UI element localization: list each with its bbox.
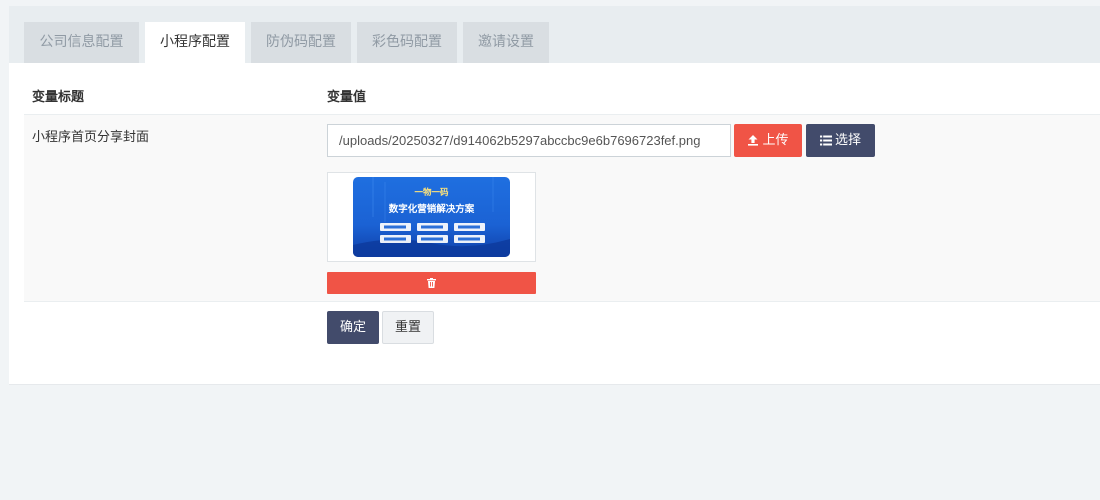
row-label: 小程序首页分享封面 <box>32 130 150 145</box>
image-preview[interactable]: 一物一码 数字化营销解决方案 <box>327 172 536 262</box>
tab-anti-counterfeit[interactable]: 防伪码配置 <box>251 22 351 63</box>
trash-icon <box>427 278 436 288</box>
thumbnail-subtitle: 数字化营销解决方案 <box>388 203 475 215</box>
column-header-value: 变量值 <box>327 90 367 105</box>
tab-invite-settings[interactable]: 邀请设置 <box>463 22 549 63</box>
confirm-button[interactable]: 确定 <box>327 311 379 344</box>
tab-color-code[interactable]: 彩色码配置 <box>357 22 457 63</box>
tab-company-info[interactable]: 公司信息配置 <box>24 22 139 63</box>
reset-button[interactable]: 重置 <box>382 311 434 344</box>
column-header-title: 变量标题 <box>32 90 85 105</box>
image-path-input[interactable]: /uploads/20250327/d914062b5297abccbc9e6b… <box>327 124 731 157</box>
upload-button[interactable]: 上传 <box>734 124 802 157</box>
choose-button-label: 选择 <box>834 133 861 148</box>
tab-bar: 公司信息配置 小程序配置 防伪码配置 彩色码配置 邀请设置 <box>9 6 1100 63</box>
upload-icon <box>748 135 759 146</box>
choose-button[interactable]: 选择 <box>806 124 875 157</box>
thumbnail-title: 一物一码 <box>414 187 449 198</box>
table-header: 变量标题 变量值 <box>24 63 1100 115</box>
table-row: 小程序首页分享封面 /uploads/20250327/d914062b5297… <box>24 115 1100 302</box>
delete-image-button[interactable] <box>327 272 536 294</box>
list-icon <box>819 135 832 146</box>
tab-miniprogram[interactable]: 小程序配置 <box>145 22 245 63</box>
upload-button-label: 上传 <box>762 133 789 148</box>
cover-thumbnail: 一物一码 数字化营销解决方案 <box>353 177 510 257</box>
